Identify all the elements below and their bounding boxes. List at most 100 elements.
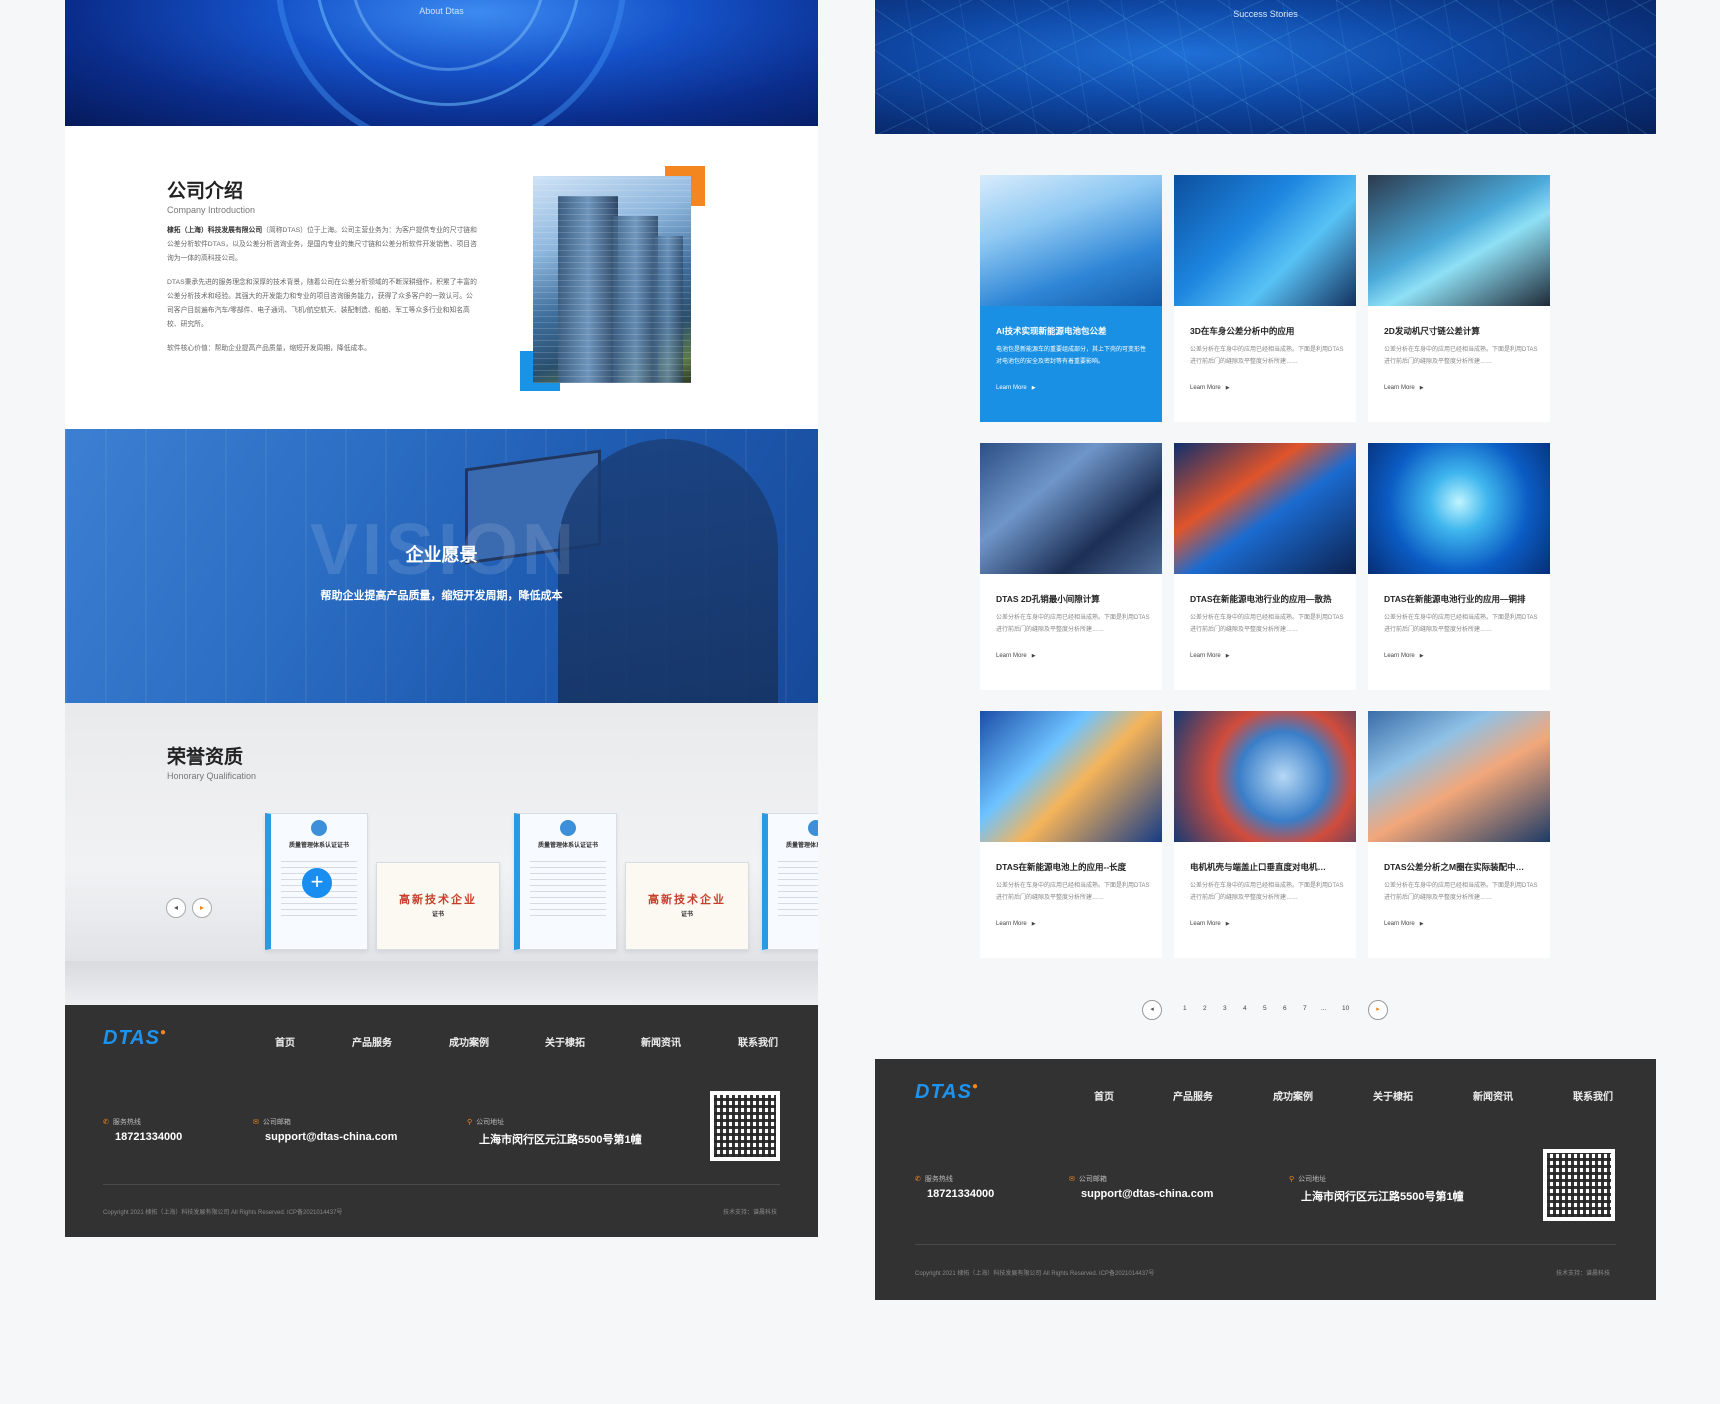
learn-more-link[interactable]: Learn More ▶ bbox=[1384, 385, 1424, 391]
case-card[interactable]: 电机机壳与端盖止口垂直度对电机… 公差分析在车身中的应用已经相当成熟。下面是利用D… bbox=[1174, 711, 1356, 958]
vision-slogan: 帮助企业提高产品质量，缩短开发周期，降低成本 bbox=[320, 590, 563, 602]
case-card-image[interactable] bbox=[980, 175, 1162, 306]
case-card[interactable]: DTAS 2D孔销最小间隙计算公差分析在车身中的应用已经相当成熟。下面是利用DT… bbox=[980, 443, 1162, 690]
pagination-next-button[interactable]: ▸ bbox=[1368, 1000, 1388, 1020]
arrow-right-icon: ▶ bbox=[1225, 653, 1230, 659]
case-card-title[interactable]: 3D在车身公差分析中的应用 bbox=[1190, 325, 1345, 337]
intro-subtitle: Company Introduction bbox=[167, 205, 256, 215]
case-card-title[interactable]: DTAS在新能源电池上的应用--长度 bbox=[996, 861, 1151, 873]
location-pin-icon: ⚲ bbox=[1289, 1176, 1295, 1183]
case-card-title[interactable]: DTAS在新能源电池行业的应用—铜排 bbox=[1384, 593, 1539, 605]
case-card[interactable]: AI技术实现新能源电池包公差电池包是新能源车的重要组成部分，其上下壳的可变形性对… bbox=[980, 175, 1162, 422]
cases-banner: Success Stories bbox=[875, 0, 1656, 134]
learn-more-link[interactable]: Learn More ▶ bbox=[996, 653, 1036, 659]
learn-more-link[interactable]: Learn More ▶ bbox=[1190, 385, 1230, 391]
case-card-description: 公差分析在车身中的应用已经相当成熟。下面是利用DTAS进行前后门的缝隙及平整度分… bbox=[1384, 347, 1538, 365]
mail-icon: ✉ bbox=[1069, 1176, 1075, 1183]
case-card-title[interactable]: AI技术实现新能源电池包公差 bbox=[996, 325, 1151, 337]
footer-nav-news[interactable]: 新闻资讯 bbox=[641, 1034, 681, 1049]
certificate-quality[interactable]: 质量管理体系认证证书 bbox=[762, 813, 818, 950]
case-card-image[interactable] bbox=[1368, 443, 1550, 574]
footer-logo[interactable]: DTAS● bbox=[103, 1027, 167, 1050]
copyright: Copyright 2021 棣拓（上海）科技发展有限公司 All Rights… bbox=[103, 1210, 343, 1216]
learn-more-link[interactable]: Learn More ▶ bbox=[1384, 921, 1424, 927]
certificate-hightech[interactable]: 高新技术企业 证书 bbox=[376, 862, 500, 950]
footer-logo[interactable]: DTAS● bbox=[915, 1081, 979, 1104]
learn-more-link[interactable]: Learn More ▶ bbox=[1190, 921, 1230, 927]
learn-more-link[interactable]: Learn More ▶ bbox=[996, 385, 1036, 391]
page-7[interactable]: 7 bbox=[1303, 1005, 1307, 1012]
page-3[interactable]: 3 bbox=[1223, 1005, 1227, 1012]
case-card-image[interactable] bbox=[1174, 443, 1356, 574]
case-card-image[interactable] bbox=[980, 443, 1162, 574]
learn-more-link[interactable]: Learn More ▶ bbox=[1190, 653, 1230, 659]
intro-text: 棣拓（上海）科技发展有限公司（简称DTAS）位于上海。公司主营业务为：为客户提供… bbox=[167, 224, 477, 366]
intro-paragraph-3: 软件核心价值：帮助企业提高产品质量，缩短开发周期，降低成本。 bbox=[167, 345, 371, 352]
case-card-title[interactable]: DTAS 2D孔销最小间隙计算 bbox=[996, 593, 1151, 605]
zoom-plus-button[interactable]: + bbox=[302, 868, 332, 898]
building-image bbox=[533, 176, 691, 383]
footer-nav-about[interactable]: 关于棣拓 bbox=[1373, 1088, 1413, 1103]
case-card-description: 公差分析在车身中的应用已经相当成熟。下面是利用DTAS进行前后门的缝隙及平整度分… bbox=[996, 615, 1150, 633]
case-card-image[interactable] bbox=[1174, 175, 1356, 306]
case-card-description: 公差分析在车身中的应用已经相当成熟。下面是利用DTAS进行前后门的缝隙及平整度分… bbox=[1190, 883, 1344, 901]
footer-nav-home[interactable]: 首页 bbox=[1094, 1088, 1114, 1103]
banner-subtitle: Success Stories bbox=[1233, 9, 1298, 19]
footer-nav-cases[interactable]: 成功案例 bbox=[1273, 1088, 1313, 1103]
page-10[interactable]: 10 bbox=[1342, 1005, 1349, 1012]
case-card-image[interactable] bbox=[1368, 711, 1550, 842]
footer-nav-products[interactable]: 产品服务 bbox=[1173, 1088, 1213, 1103]
footer-nav-contact[interactable]: 联系我们 bbox=[738, 1034, 778, 1049]
arrow-right-icon: ▶ bbox=[1225, 385, 1230, 391]
carousel-prev-button[interactable]: ◂ bbox=[166, 898, 186, 918]
case-card[interactable]: 2D发动机尺寸链公差计算公差分析在车身中的应用已经相当成熟。下面是利用DTAS进… bbox=[1368, 175, 1550, 422]
footer-email: ✉ 公司邮箱 support@dtas-china.com bbox=[1069, 1176, 1214, 1200]
case-card[interactable]: 3D在车身公差分析中的应用 公差分析在车身中的应用已经相当成熟。下面是利用DTAS… bbox=[1174, 175, 1356, 422]
case-card-title[interactable]: DTAS在新能源电池行业的应用—散热 bbox=[1190, 593, 1345, 605]
mail-icon: ✉ bbox=[253, 1119, 259, 1126]
case-card[interactable]: DTAS在新能源电池上的应用--长度 公差分析在车身中的应用已经相当成熟。下面是利… bbox=[980, 711, 1162, 958]
arrow-right-icon: ▶ bbox=[1419, 921, 1424, 927]
case-card-image[interactable] bbox=[980, 711, 1162, 842]
page-6[interactable]: 6 bbox=[1283, 1005, 1287, 1012]
page-2[interactable]: 2 bbox=[1203, 1005, 1207, 1012]
pagination-prev-button[interactable]: ◂ bbox=[1142, 1000, 1162, 1020]
page-5[interactable]: 5 bbox=[1263, 1005, 1267, 1012]
page-4[interactable]: 4 bbox=[1243, 1005, 1247, 1012]
footer-nav-contact[interactable]: 联系我们 bbox=[1573, 1088, 1613, 1103]
qr-code bbox=[710, 1091, 780, 1161]
page-1[interactable]: 1 bbox=[1183, 1005, 1187, 1012]
phone-icon: ✆ bbox=[103, 1119, 109, 1126]
case-card-title[interactable]: 电机机壳与端盖止口垂直度对电机… bbox=[1190, 861, 1345, 873]
footer-nav-home[interactable]: 首页 bbox=[275, 1034, 295, 1049]
case-card-description: 电池包是新能源车的重要组成部分，其上下壳的可变形性对电池包的安全及密封等有着重要… bbox=[996, 347, 1147, 365]
footer-nav-cases[interactable]: 成功案例 bbox=[449, 1034, 489, 1049]
arrow-right-icon: ▶ bbox=[1225, 921, 1230, 927]
learn-more-link[interactable]: Learn More ▶ bbox=[996, 921, 1036, 927]
about-page: About Dtas 公司介绍 Company Introduction 棣拓（… bbox=[65, 0, 818, 1237]
arrow-right-icon: ▶ bbox=[1419, 385, 1424, 391]
case-card-title[interactable]: 2D发动机尺寸链公差计算 bbox=[1384, 325, 1539, 337]
arrow-right-icon: ▶ bbox=[1031, 921, 1036, 927]
case-card-title[interactable]: DTAS公差分析之M圈在实际装配中… bbox=[1384, 861, 1539, 873]
case-card-image[interactable] bbox=[1368, 175, 1550, 306]
footer: DTAS● 首页 产品服务 成功案例 关于棣拓 新闻资讯 联系我们 ✆ 服务热线 … bbox=[875, 1059, 1656, 1300]
footer-hotline: ✆ 服务热线 18721334000 bbox=[915, 1176, 995, 1200]
footer-nav-products[interactable]: 产品服务 bbox=[352, 1034, 392, 1049]
engineer-graphic bbox=[558, 439, 778, 703]
case-card[interactable]: DTAS公差分析之M圈在实际装配中… 公差分析在车身中的应用已经相当成熟。下面是利… bbox=[1368, 711, 1550, 958]
case-card-image[interactable] bbox=[1174, 711, 1356, 842]
footer-nav-about[interactable]: 关于棣拓 bbox=[545, 1034, 585, 1049]
case-card-description: 公差分析在车身中的应用已经相当成熟。下面是利用DTAS进行前后门的缝隙及平整度分… bbox=[1384, 615, 1538, 633]
carousel-next-button[interactable]: ▸ bbox=[192, 898, 212, 918]
case-card[interactable]: DTAS在新能源电池行业的应用—散热 公差分析在车身中的应用已经相当成熟。下面是利… bbox=[1174, 443, 1356, 690]
footer-nav-news[interactable]: 新闻资讯 bbox=[1473, 1088, 1513, 1103]
tech-support: 技术支持：谱晨科技 bbox=[1556, 1271, 1611, 1277]
certificate-hightech[interactable]: 高新技术企业 证书 bbox=[625, 862, 749, 950]
certificate-quality[interactable]: 质量管理体系认证证书 bbox=[514, 813, 617, 950]
case-card[interactable]: DTAS在新能源电池行业的应用—铜排公差分析在车身中的应用已经相当成熟。下面是利… bbox=[1368, 443, 1550, 690]
learn-more-link[interactable]: Learn More ▶ bbox=[1384, 653, 1424, 659]
about-banner: About Dtas bbox=[65, 0, 818, 126]
copyright: Copyright 2021 棣拓（上海）科技发展有限公司 All Rights… bbox=[915, 1271, 1155, 1277]
page-ellipsis: ... bbox=[1321, 1005, 1327, 1012]
